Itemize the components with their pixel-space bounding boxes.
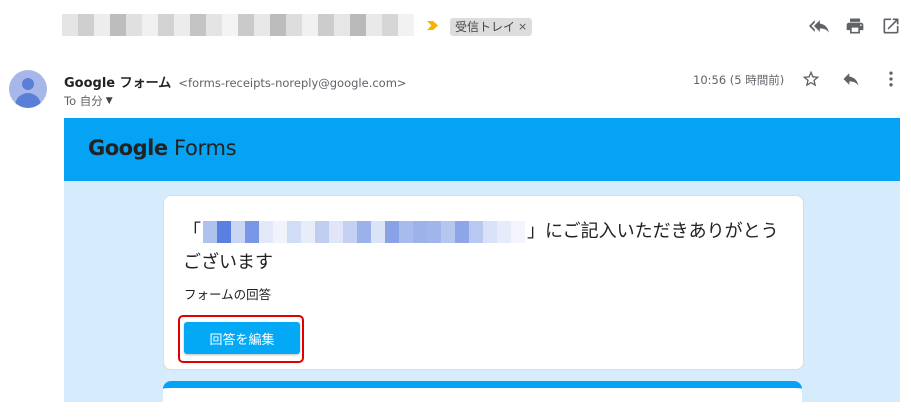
- open-in-new-window-icon[interactable]: [881, 16, 901, 36]
- google-forms-header: Google Forms: [64, 118, 900, 181]
- chevron-down-icon[interactable]: ▼: [106, 96, 113, 106]
- inbox-label-chip: 受信トレイ ×: [450, 18, 533, 36]
- google-forms-logo: Google Forms: [88, 136, 237, 160]
- thread-actions: [809, 16, 901, 36]
- edit-response-button[interactable]: 回答を編集: [184, 322, 300, 354]
- recipient-line[interactable]: To 自分 ▼: [64, 93, 113, 109]
- title-open-bracket: 「: [183, 221, 201, 242]
- subject-pixelated: [62, 14, 414, 36]
- card-subtitle: フォームの回答: [184, 287, 272, 302]
- sender-line: Google フォーム <forms-receipts-noreply@goog…: [64, 72, 407, 91]
- recipient-label: To 自分: [64, 94, 103, 108]
- subject-row: 受信トレイ ×: [0, 0, 911, 58]
- sender-avatar[interactable]: [9, 70, 47, 108]
- sender-name[interactable]: Google フォーム: [64, 76, 171, 91]
- more-vert-icon[interactable]: [881, 69, 901, 89]
- star-icon[interactable]: [801, 69, 821, 89]
- remove-label-icon[interactable]: ×: [518, 18, 527, 36]
- reply-all-icon[interactable]: [809, 16, 829, 36]
- reply-icon[interactable]: [841, 69, 861, 89]
- response-card: 「」にご記入いただきありがとうございます フォームの回答 回答を編集: [163, 195, 804, 370]
- card-title: 「」にご記入いただきありがとうございます: [183, 216, 783, 278]
- label-chip-text: 受信トレイ: [455, 20, 516, 34]
- message-time: 10:56 (5 時間前): [693, 73, 785, 87]
- print-icon[interactable]: [845, 16, 865, 36]
- sender-email: <forms-receipts-noreply@google.com>: [178, 76, 407, 90]
- email-body: Google Forms 「」にご記入いただきありがとうございます フォームの回…: [64, 118, 900, 418]
- form-name-pixelated: [203, 221, 525, 243]
- message-actions: [801, 69, 901, 89]
- response-details-card: [163, 381, 802, 418]
- importance-marker-icon[interactable]: [427, 21, 438, 30]
